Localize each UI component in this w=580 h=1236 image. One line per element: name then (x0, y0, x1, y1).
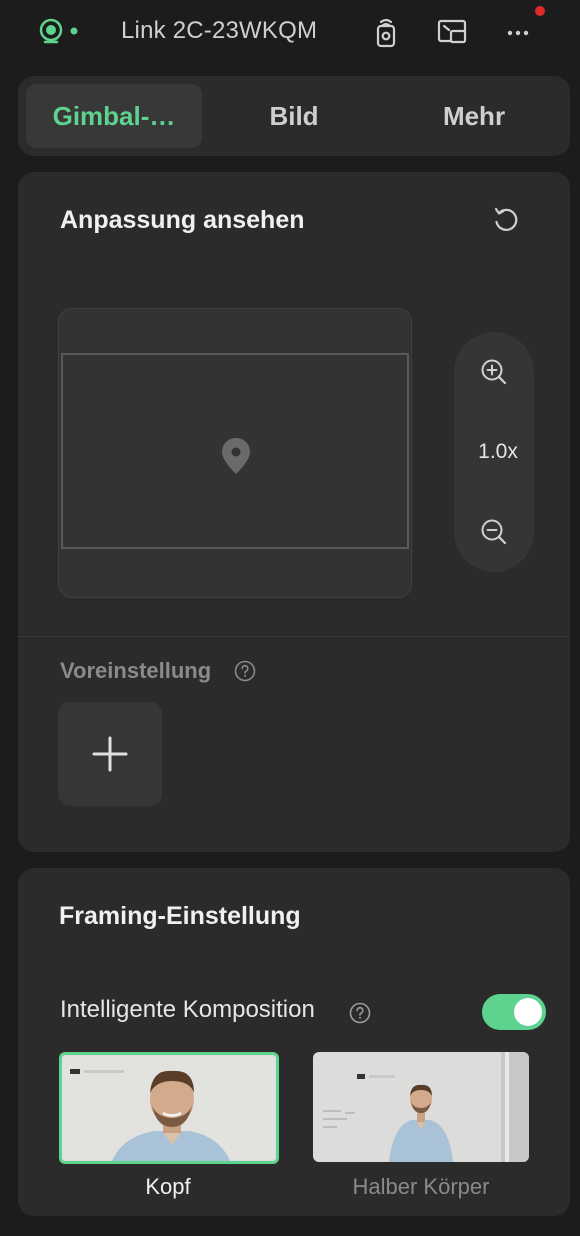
location-pin-icon (222, 438, 250, 474)
top-bar: Link 2C-23WKQM (0, 0, 580, 64)
reset-icon[interactable] (490, 204, 522, 236)
half-body-framing-preview-image (313, 1052, 529, 1162)
zoom-out-icon[interactable] (478, 516, 510, 548)
framing-option-halber-koerper[interactable] (313, 1052, 529, 1162)
camera-live-icon (39, 18, 78, 44)
more-options-icon[interactable] (502, 16, 534, 48)
plus-icon (92, 736, 128, 772)
help-icon[interactable] (234, 660, 256, 682)
help-icon[interactable] (349, 1002, 371, 1024)
framing-option-kopf[interactable] (59, 1052, 279, 1164)
preset-label: Voreinstellung (60, 658, 212, 683)
section-divider (18, 636, 570, 637)
tab-gimbal[interactable]: Gimbal-… (26, 84, 202, 148)
tab-mehr[interactable]: Mehr (386, 84, 562, 148)
add-preset-button[interactable] (58, 702, 162, 806)
zoom-in-icon[interactable] (478, 356, 510, 388)
zoom-control: 1.0x (454, 332, 534, 572)
framing-option-label-halber-koerper: Halber Körper (352, 1174, 490, 1199)
head-framing-preview-image (62, 1055, 276, 1161)
zoom-level: 1.0x (478, 440, 518, 463)
remote-control-icon[interactable] (370, 16, 402, 48)
view-preview[interactable] (58, 308, 412, 598)
framing-title: Framing-Einstellung (59, 902, 301, 930)
framing-card: Framing-Einstellung Intelligente Komposi… (18, 868, 570, 1216)
screen-cast-icon[interactable] (436, 16, 468, 48)
device-name: Link 2C-23WKQM (121, 17, 318, 44)
view-adjustment-title: Anpassung ansehen (60, 206, 305, 234)
toggle-knob (514, 998, 542, 1026)
view-frame[interactable] (61, 353, 409, 549)
view-adjustment-card: Anpassung ansehen 1.0x Voreinstellung (18, 172, 570, 852)
smart-composition-label: Intelligente Komposition (60, 996, 315, 1023)
tab-bar: Gimbal-… Bild Mehr (18, 76, 570, 156)
framing-option-label-kopf: Kopf (145, 1174, 191, 1199)
tab-bild[interactable]: Bild (202, 84, 386, 148)
smart-composition-toggle[interactable] (482, 994, 546, 1030)
notification-dot (535, 6, 545, 16)
